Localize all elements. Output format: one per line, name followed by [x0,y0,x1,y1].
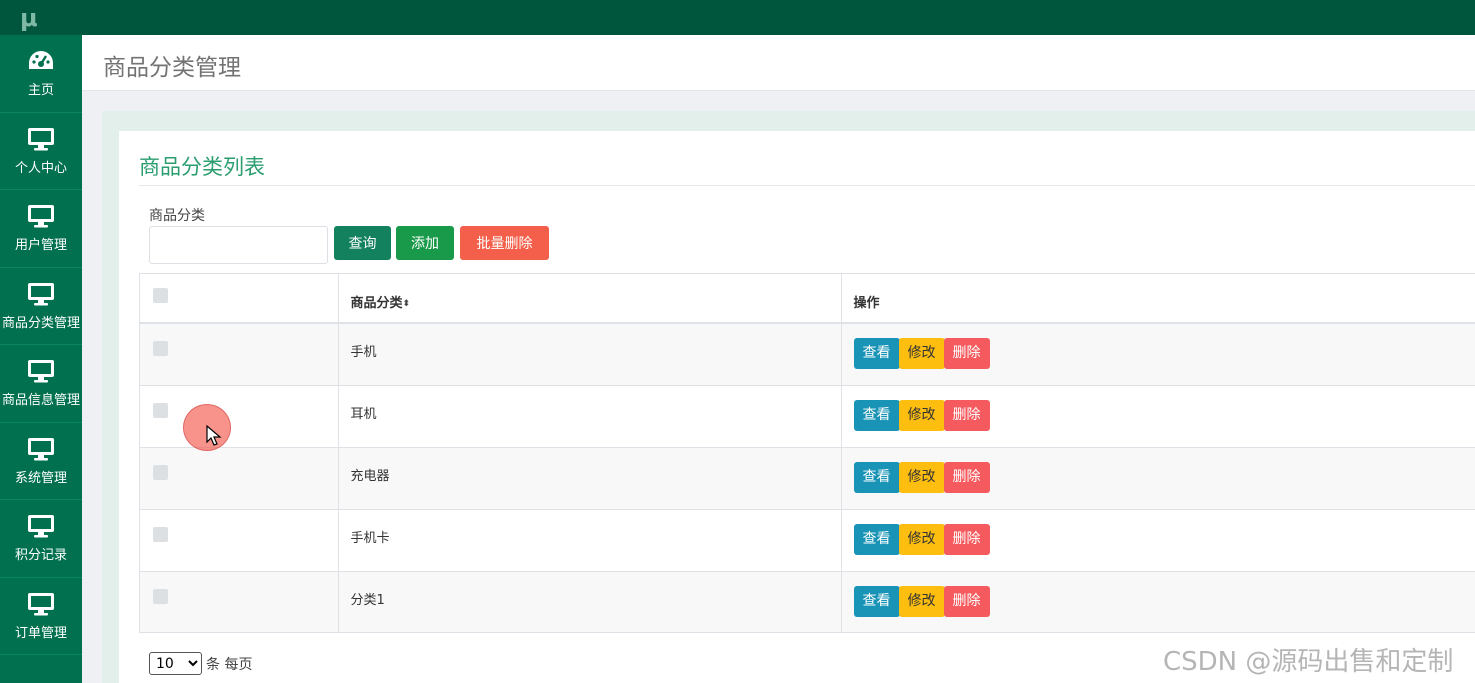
view-button[interactable]: 查看 [853,338,900,369]
pagination: 10 条 每页 [149,652,252,675]
category-cell: 手机卡 [338,509,842,572]
sidebar: μ 主页 个人中心 用户管理 商品分类管理 商品信息管理 系统管理 积分记录 订… [0,0,82,683]
sidebar-item-label: 商品信息管理 [1,393,80,409]
search-label: 商品分类 [149,208,205,224]
delete-button[interactable]: 删除 [943,399,990,431]
category-search-input[interactable] [149,226,328,264]
column-header-actions: 操作 [841,274,1475,324]
category-cell: 手机 [338,323,842,386]
row-checkbox[interactable] [153,526,168,542]
edit-button[interactable]: 修改 [898,461,945,493]
view-button[interactable]: 查看 [853,585,900,617]
edit-button[interactable]: 修改 [898,523,945,555]
dashboard-icon [27,48,55,74]
view-button[interactable]: 查看 [853,523,900,555]
select-all-header [140,274,339,324]
edit-button[interactable]: 修改 [898,338,945,369]
monitor-icon [27,281,55,307]
sidebar-item-profile[interactable]: 个人中心 [0,113,82,190]
column-header-category[interactable]: 商品分类⬍ [338,274,842,324]
table-row: 手机卡 查看 修改 删除 [140,509,1475,572]
checkbox-cell [140,571,339,632]
checkbox-cell [140,385,339,448]
monitor-icon [27,513,55,539]
delete-button[interactable]: 删除 [943,461,990,493]
table-row: 分类1 查看 修改 删除 [140,571,1475,632]
table-row: 充电器 查看 修改 删除 [140,447,1475,510]
actions-cell: 查看 修改 删除 [841,509,1475,572]
monitor-icon [27,436,55,462]
sidebar-item-products[interactable]: 商品信息管理 [0,345,82,423]
app-logo: μ [0,0,82,35]
edit-button[interactable]: 修改 [898,399,945,431]
monitor-icon [27,591,55,617]
cursor-icon [206,425,222,446]
sidebar-item-system[interactable]: 系统管理 [0,423,82,500]
table-header-row: 商品分类⬍ 操作 [140,274,1475,324]
top-bar [82,0,1475,35]
edit-button[interactable]: 修改 [898,585,945,617]
checkbox-cell [140,509,339,572]
row-checkbox[interactable] [153,464,168,480]
monitor-icon [27,126,55,152]
actions-cell: 查看 修改 删除 [841,385,1475,448]
batch-delete-button[interactable]: 批量删除 [460,226,549,260]
table-row: 手机 查看 修改 删除 [140,323,1475,386]
sidebar-item-users[interactable]: 用户管理 [0,190,82,268]
delete-button[interactable]: 删除 [943,338,990,369]
view-button[interactable]: 查看 [853,461,900,493]
delete-button[interactable]: 删除 [943,523,990,555]
select-all-checkbox[interactable] [153,288,168,303]
monitor-icon [27,358,55,384]
sidebar-item-label: 个人中心 [14,160,67,176]
card-title: 商品分类列表 [139,155,265,179]
add-button[interactable]: 添加 [396,226,454,260]
column-header-label: 操作 [853,296,880,311]
column-header-label: 商品分类 [350,296,403,311]
sidebar-item-label: 用户管理 [14,238,67,254]
page-size-select[interactable]: 10 [149,652,202,675]
view-button[interactable]: 查看 [853,399,900,431]
sort-icon[interactable]: ⬍ [403,299,411,309]
sidebar-item-home[interactable]: 主页 [0,35,82,113]
delete-button[interactable]: 删除 [943,585,990,617]
table-row: 耳机 查看 修改 删除 [140,385,1475,448]
query-button[interactable]: 查询 [334,226,391,260]
page-title: 商品分类管理 [103,55,241,81]
sidebar-item-categories[interactable]: 商品分类管理 [0,268,82,345]
sidebar-item-label: 商品分类管理 [1,315,80,331]
page-header: 商品分类管理 [82,35,1475,91]
row-checkbox[interactable] [153,341,168,356]
per-page-text: 条 每页 [206,656,253,673]
row-checkbox[interactable] [153,402,168,418]
sidebar-item-points[interactable]: 积分记录 [0,500,82,578]
sidebar-item-orders[interactable]: 订单管理 [0,578,82,655]
checkbox-cell [140,323,339,386]
sidebar-item-label: 订单管理 [14,625,67,641]
watermark: CSDN @源码出售和定制 [1163,647,1454,677]
row-checkbox[interactable] [153,588,168,604]
actions-cell: 查看 修改 删除 [841,571,1475,632]
category-table: 商品分类⬍ 操作 手机 查看 修改 删除 耳机 查看 修改 删除 充电器 查看 … [139,273,1475,633]
checkbox-cell [140,447,339,510]
category-list-card: 商品分类列表 商品分类 查询 添加 批量删除 商品分类⬍ 操作 手机 查看 修改… [119,131,1475,683]
category-cell: 充电器 [338,447,842,510]
category-cell: 耳机 [338,385,842,448]
category-cell: 分类1 [338,571,842,632]
sidebar-item-label: 主页 [27,83,54,99]
sidebar-item-label: 积分记录 [14,548,67,564]
sidebar-item-label: 系统管理 [14,470,67,486]
actions-cell: 查看 修改 删除 [841,447,1475,510]
divider [139,185,1475,186]
monitor-icon [27,203,55,229]
actions-cell: 查看 修改 删除 [841,323,1475,386]
